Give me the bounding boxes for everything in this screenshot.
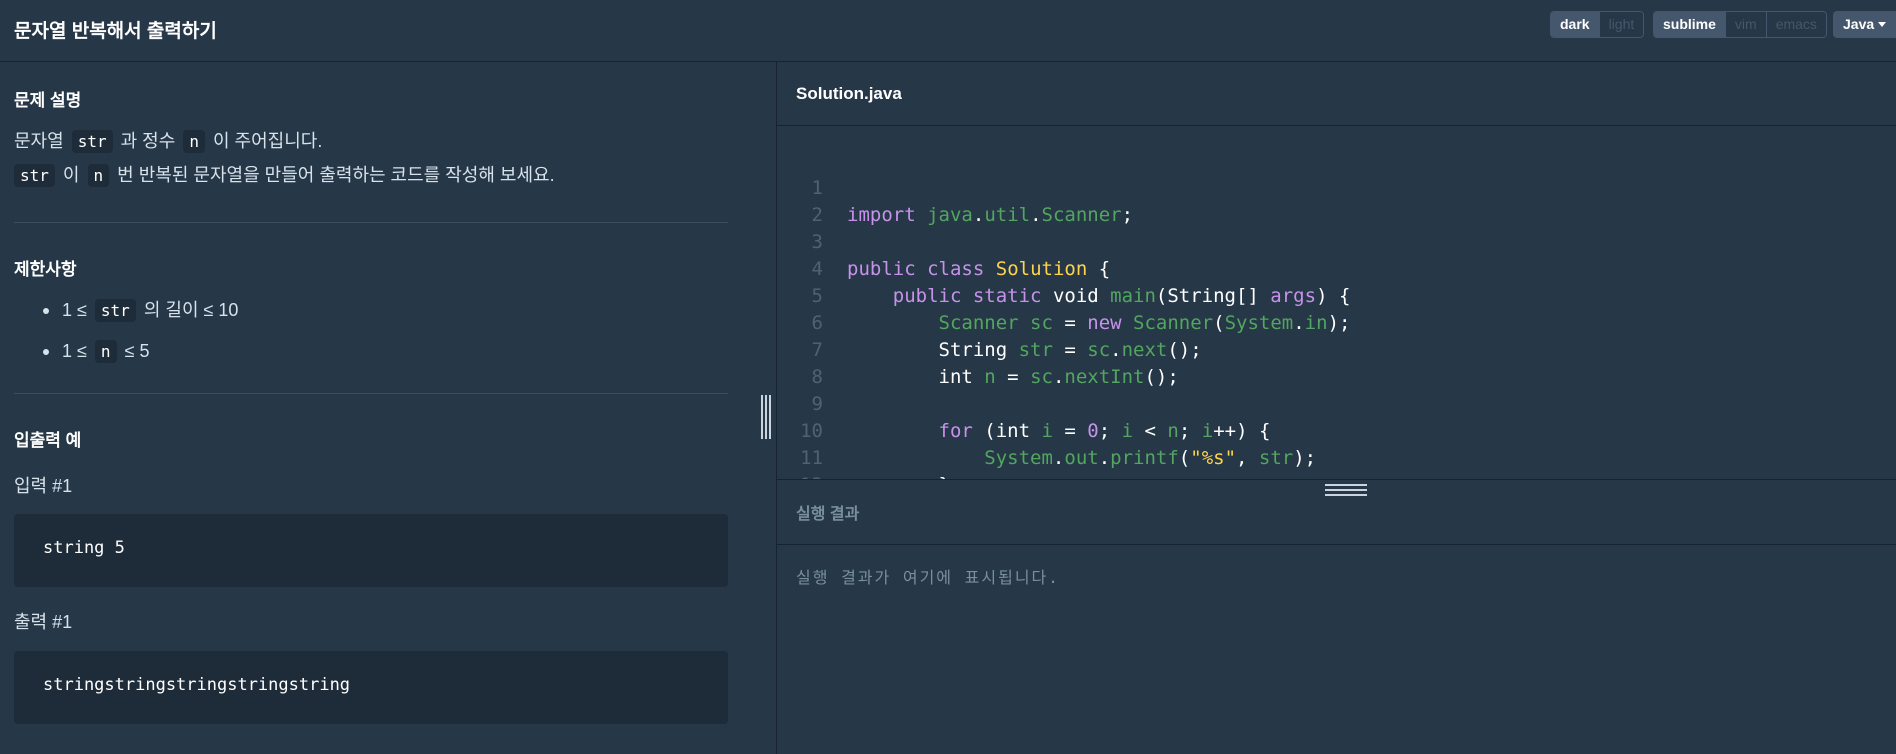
bullet-icon: [43, 308, 49, 314]
vertical-resize-handle[interactable]: [761, 395, 771, 439]
code-line: 3 public class Solution {: [777, 202, 1111, 280]
code-line: 4 public static void main(String[] args)…: [777, 229, 1351, 307]
output-label: 출력 #1: [14, 612, 73, 632]
code-line: 13 }: [777, 472, 823, 479]
code-line: 8: [777, 337, 823, 388]
mode-emacs-button[interactable]: emacs: [1766, 12, 1826, 37]
result-header: 실행 결과: [777, 480, 1896, 545]
code-line: 5 Scanner sc = new Scanner(System.in);: [777, 256, 1351, 334]
divider: [14, 393, 728, 394]
input-label: 입력 #1: [14, 476, 73, 496]
code-editor[interactable]: 1 import java.util.Scanner; 2 3 public c…: [777, 127, 1896, 479]
code-line: 12 }: [777, 445, 823, 479]
list-item: 1 ≤ n ≤ 5: [40, 336, 238, 377]
page-title: 문자열 반복해서 출력하기: [14, 21, 217, 42]
code-line: 11 }: [777, 418, 950, 479]
divider: [14, 222, 728, 223]
file-tab[interactable]: Solution.java: [796, 84, 902, 104]
inline-code: n: [87, 164, 110, 187]
input-example: string 5: [14, 514, 728, 587]
io-title: 입출력 예: [14, 431, 82, 450]
code-line: 7 int n = sc.nextInt();: [777, 310, 1179, 388]
constraints-title: 제한사항: [14, 260, 77, 279]
top-header: 문자열 반복해서 출력하기 dark light sublime vim ema…: [0, 0, 1896, 62]
language-label: Java: [1843, 16, 1875, 32]
code-line: 10 System.out.printf("%s", str);: [777, 391, 1316, 469]
file-tab-bar: Solution.java: [777, 62, 1896, 126]
inline-code: n: [183, 130, 205, 153]
mode-vim-button[interactable]: vim: [1725, 12, 1767, 37]
result-output: 실행 결과가 여기에 표시됩니다.: [796, 568, 1060, 587]
output-example: stringstringstringstringstring: [14, 651, 728, 724]
inline-code: n: [94, 340, 117, 363]
list-item: 1 ≤ str 의 길이 ≤ 10: [40, 295, 238, 336]
theme-toggle: dark light: [1550, 11, 1645, 38]
code-line: 9 for (int i = 0; i < n; i++) {: [777, 364, 1271, 442]
inline-code: str: [71, 130, 113, 153]
mode-sublime-button[interactable]: sublime: [1654, 12, 1726, 37]
theme-light-button[interactable]: light: [1599, 12, 1644, 37]
description-line-1: 문자열 str 과 정수 n 이 주어집니다.: [14, 130, 323, 153]
bullet-icon: [43, 349, 49, 355]
language-dropdown[interactable]: Java: [1833, 11, 1896, 38]
caret-down-icon: [1878, 22, 1886, 27]
code-line: 6 String str = sc.next();: [777, 283, 1202, 361]
inline-code: str: [94, 299, 136, 322]
editor-mode-toggle: sublime vim emacs: [1653, 11, 1827, 38]
problem-panel: 문제 설명 문자열 str 과 정수 n 이 주어집니다. str 이 n 번 …: [0, 62, 776, 754]
code-line: 1 import java.util.Scanner;: [777, 148, 1134, 226]
description-title: 문제 설명: [14, 91, 82, 110]
result-title: 실행 결과: [796, 506, 860, 523]
theme-dark-button[interactable]: dark: [1551, 12, 1600, 37]
code-line: 2: [777, 175, 823, 226]
constraints-list: 1 ≤ str 의 길이 ≤ 10 1 ≤ n ≤ 5: [40, 295, 238, 377]
inline-code: str: [14, 164, 55, 187]
description-line-2: str 이 n 번 반복된 문자열을 만들어 출력하는 코드를 작성해 보세요.: [11, 160, 555, 191]
